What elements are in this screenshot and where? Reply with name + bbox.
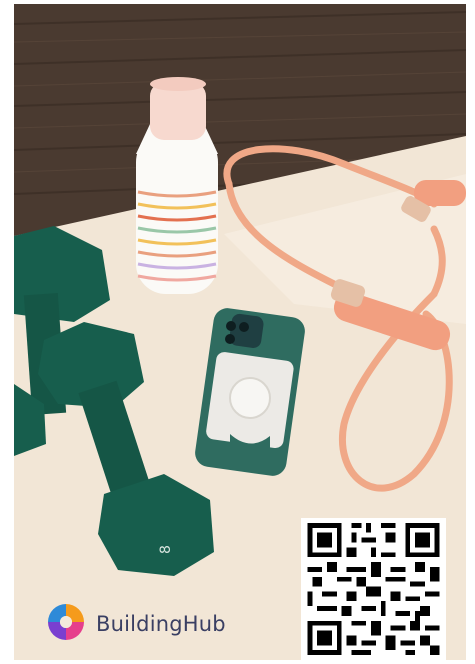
- qr-code-icon[interactable]: [301, 518, 446, 660]
- brand-name: BuildingHub: [96, 612, 226, 636]
- swirl-logo-icon: [44, 600, 88, 648]
- dumbbell-label: 8: [158, 545, 174, 554]
- brand: BuildingHub: [44, 600, 226, 648]
- ad-card: 8 BuildingHub: [14, 4, 466, 660]
